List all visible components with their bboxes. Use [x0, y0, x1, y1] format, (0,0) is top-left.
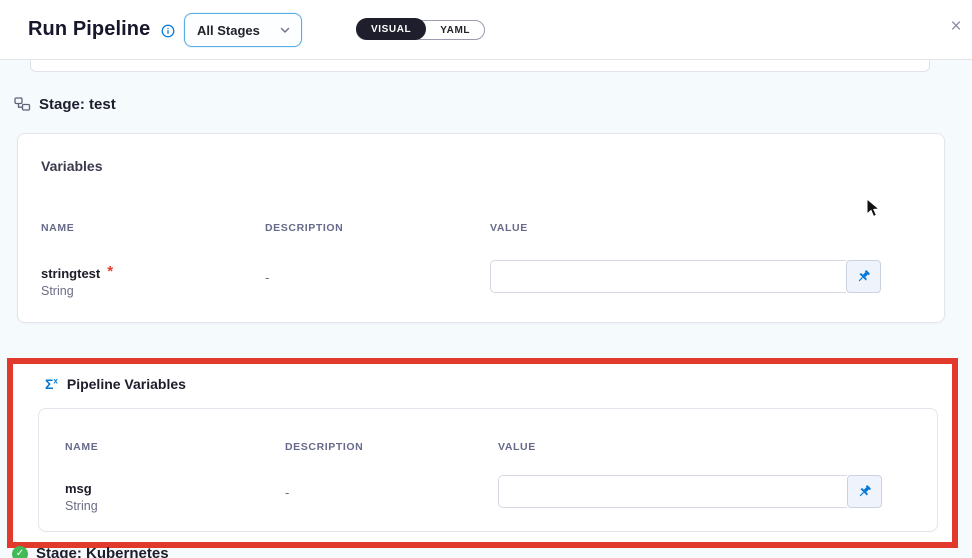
- column-header-name: NAME: [65, 441, 285, 453]
- variable-value-cell: [490, 258, 924, 293]
- run-pipeline-dialog: Run Pipeline All Stages VISUAL YAML × St…: [0, 0, 972, 558]
- pipeline-variables-title: Pipeline Variables: [67, 376, 186, 392]
- variables-card-title: Variables: [41, 158, 103, 174]
- sigma-variables-icon: Σx: [45, 377, 58, 391]
- variable-name-cell: msg String: [65, 475, 285, 513]
- column-header-description: DESCRIPTION: [265, 222, 490, 234]
- table-row: msg String -: [65, 475, 919, 513]
- dialog-header: Run Pipeline All Stages VISUAL YAML ×: [0, 0, 972, 60]
- column-header-name: NAME: [41, 222, 265, 234]
- table-row: stringtest * String -: [41, 258, 924, 298]
- pin-icon: [856, 269, 871, 284]
- view-toggle: VISUAL YAML: [356, 20, 485, 40]
- stage-test-label: Stage: test: [39, 96, 116, 113]
- stage-test-header: Stage: test: [14, 96, 116, 113]
- runtime-input-pin-button[interactable]: [846, 260, 881, 293]
- variables-column-headers: NAME DESCRIPTION VALUE: [41, 222, 924, 234]
- variable-description: -: [265, 258, 490, 285]
- chevron-down-icon: [279, 24, 291, 36]
- stage-variables-card: Variables NAME DESCRIPTION VALUE stringt…: [17, 133, 945, 323]
- pipeline-variables-header: Σx Pipeline Variables: [45, 376, 186, 392]
- runtime-input-pin-button[interactable]: [847, 475, 882, 508]
- value-input-group: [498, 475, 882, 508]
- msg-value-input[interactable]: [498, 475, 847, 508]
- value-input-group: [490, 260, 881, 293]
- variable-name: msg: [65, 481, 285, 496]
- required-asterisk: *: [107, 266, 113, 278]
- variable-name: stringtest: [41, 266, 100, 281]
- pipeline-variables-column-headers: NAME DESCRIPTION VALUE: [65, 441, 919, 453]
- column-header-value: VALUE: [490, 222, 924, 234]
- stage-kubernetes-header: ✓ Stage: Kubernetes: [12, 545, 169, 558]
- stage-selector-dropdown[interactable]: All Stages: [184, 13, 302, 47]
- pin-icon: [857, 484, 872, 499]
- variable-description: -: [285, 475, 498, 500]
- variable-name-cell: stringtest * String: [41, 258, 265, 298]
- variable-type: String: [41, 284, 265, 298]
- success-check-icon: ✓: [12, 546, 28, 558]
- page-title: Run Pipeline: [28, 18, 150, 41]
- column-header-description: DESCRIPTION: [285, 441, 498, 453]
- pipeline-variables-card: NAME DESCRIPTION VALUE msg String -: [38, 408, 938, 532]
- stage-kubernetes-label: Stage: Kubernetes: [36, 545, 169, 558]
- stage-selector-value: All Stages: [197, 23, 279, 38]
- tab-yaml[interactable]: YAML: [426, 21, 484, 39]
- stringtest-value-input[interactable]: [490, 260, 846, 293]
- pipeline-variables-highlight: Σx Pipeline Variables NAME DESCRIPTION V…: [7, 358, 958, 548]
- stage-icon: [14, 96, 31, 113]
- tab-visual[interactable]: VISUAL: [356, 18, 426, 40]
- scrolled-card-remnant: [30, 60, 930, 72]
- info-icon[interactable]: [161, 24, 175, 38]
- column-header-value: VALUE: [498, 441, 919, 453]
- variable-value-cell: [498, 475, 919, 508]
- variable-type: String: [65, 499, 285, 513]
- close-icon[interactable]: ×: [944, 15, 968, 39]
